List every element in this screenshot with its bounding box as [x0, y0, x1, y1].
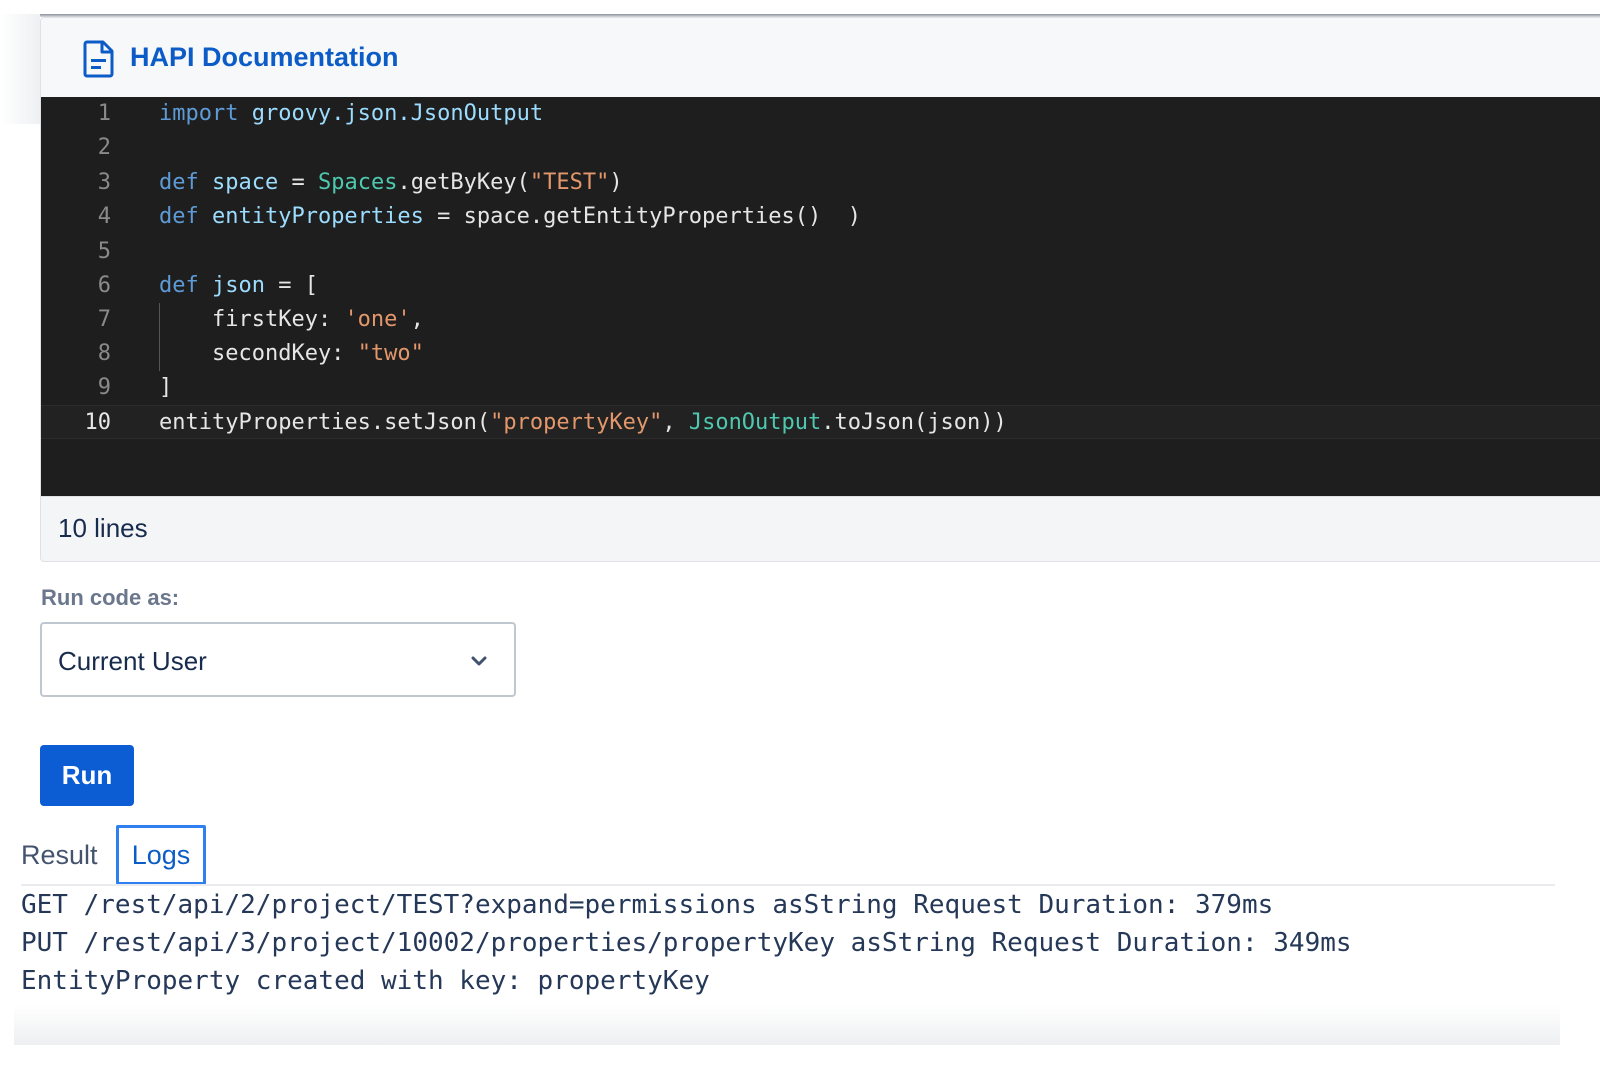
left-shade	[0, 14, 40, 124]
run-as-label: Run code as:	[41, 585, 180, 610]
line-number: 2	[97, 135, 111, 160]
code-line[interactable]: 9]	[41, 371, 1600, 405]
code-token: 'one'	[344, 307, 411, 332]
code-text: def space = Spaces.getByKey("TEST")	[159, 166, 623, 200]
log-line: EntityProperty created with key: propert…	[21, 966, 710, 996]
panel-header: HAPI Documentation	[41, 18, 1600, 97]
tab-result[interactable]: Result	[21, 840, 98, 871]
run-as-select[interactable]: Current User	[40, 622, 516, 697]
code-text: entityProperties.setJson("propertyKey", …	[159, 406, 1007, 440]
code-token: .toJson(json))	[821, 410, 1007, 435]
code-text: def entityProperties = space.getEntityPr…	[159, 200, 861, 234]
code-token: firstKey:	[159, 307, 345, 332]
code-line[interactable]: 4 def entityProperties = space.getEntityP…	[41, 200, 1600, 234]
code-text: def json = [	[159, 269, 318, 303]
code-token: .getByKey(	[397, 170, 530, 195]
code-token: )	[609, 170, 623, 195]
code-token: import	[159, 101, 252, 126]
line-number: 10	[84, 410, 112, 435]
code-token: def	[159, 204, 212, 229]
code-line[interactable]: 7 firstKey: 'one',	[41, 303, 1600, 337]
code-panel: HAPI Documentation 1 import groovy.json.J…	[40, 17, 1600, 562]
code-token: groovy.json.JsonOutput	[251, 101, 544, 126]
code-token: json	[211, 273, 265, 298]
code-text: firstKey: 'one',	[159, 303, 424, 337]
line-number: 3	[97, 170, 111, 195]
bottom-shade	[14, 1005, 1560, 1045]
code-token: ]	[159, 375, 173, 400]
code-token: "two"	[357, 341, 424, 366]
code-token: def	[159, 273, 212, 298]
code-token: ,	[410, 307, 424, 332]
line-number: 6	[97, 273, 111, 298]
run-button[interactable]: Run	[40, 745, 134, 806]
code-token: =	[278, 170, 318, 195]
code-token: secondKey:	[159, 341, 358, 366]
code-text: ]	[159, 371, 172, 405]
line-number: 9	[97, 375, 111, 400]
code-line[interactable]: 3 def space = Spaces.getByKey("TEST")	[41, 166, 1600, 200]
editor-status-bar: 10 lines	[41, 496, 1600, 561]
code-line[interactable]: 2	[41, 131, 1600, 165]
logs-output: GET /rest/api/2/project/TEST?expand=perm…	[21, 886, 1352, 1000]
code-text: import groovy.json.JsonOutput	[159, 97, 543, 131]
code-line[interactable]: 5	[41, 235, 1600, 269]
code-token: Spaces	[317, 170, 398, 195]
code-text: secondKey: "two"	[159, 337, 424, 371]
code-editor[interactable]: 1 import groovy.json.JsonOutput 2 3 def spac…	[41, 97, 1600, 496]
code-token: JsonOutput	[688, 410, 822, 435]
log-line: GET /rest/api/2/project/TEST?expand=perm…	[21, 890, 1274, 920]
code-token: "TEST"	[529, 170, 610, 195]
code-line[interactable]: 6 def json = [	[41, 269, 1600, 303]
line-number: 8	[97, 341, 111, 366]
line-count: 10 lines	[58, 513, 148, 543]
code-line[interactable]: 1 import groovy.json.JsonOutput	[41, 97, 1600, 131]
code-token: def	[159, 170, 212, 195]
line-number: 1	[97, 101, 111, 126]
code-token: "propertyKey"	[490, 410, 663, 435]
code-token: ,	[662, 410, 689, 435]
line-number: 4	[97, 204, 111, 229]
chevron-down-icon	[471, 656, 487, 666]
code-line[interactable]: 8 secondKey: "two"	[41, 337, 1600, 371]
run-as-selected-value: Current User	[58, 646, 207, 676]
code-token: entityProperties	[211, 204, 424, 229]
code-token: = space.getEntityProperties() )	[423, 204, 861, 229]
line-number: 7	[97, 307, 111, 332]
document-icon	[83, 40, 114, 78]
log-line: PUT /rest/api/3/project/10002/properties…	[21, 928, 1352, 958]
code-token: entityProperties.setJson(	[159, 410, 491, 435]
code-token: = [	[264, 273, 318, 298]
line-number: 5	[97, 239, 111, 264]
code-line[interactable]: 10 entityProperties.setJson("propertyKey"…	[41, 405, 1600, 439]
code-token: space	[211, 170, 279, 195]
panel-title: HAPI Documentation	[130, 42, 399, 72]
tab-logs[interactable]: Logs	[116, 825, 206, 885]
